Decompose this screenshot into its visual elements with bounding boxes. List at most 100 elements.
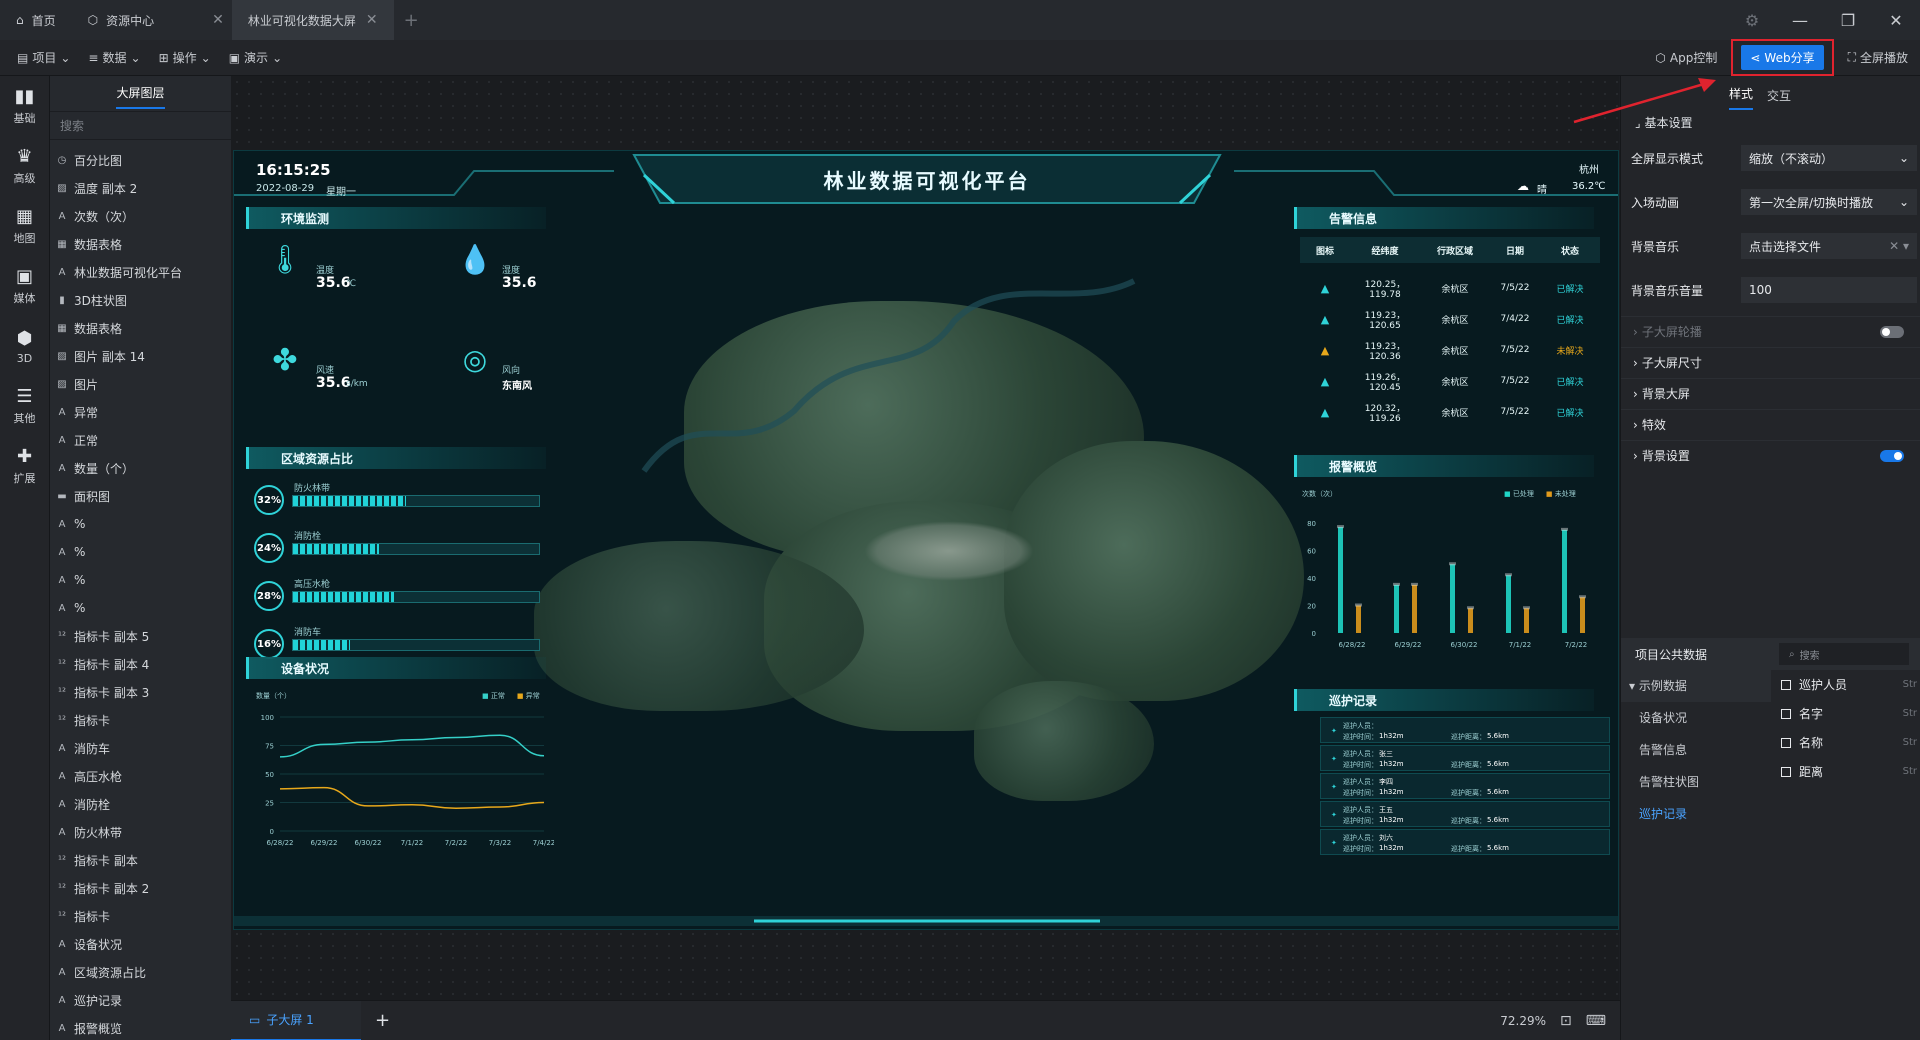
tab-dashboard[interactable]: 林业可视化数据大屏 ✕	[231, 0, 394, 40]
layer-item[interactable]: ▦ 数据表格	[50, 314, 231, 342]
fit-screen-icon[interactable]: ⊡	[1560, 1013, 1572, 1029]
category-map[interactable]: ▦ 地图	[0, 196, 49, 256]
app-control-button[interactable]: ⬡ App控制	[1655, 49, 1717, 66]
tree-item-alert-bar[interactable]: 告警柱状图	[1621, 766, 1771, 798]
field-item[interactable]: 距离 Str	[1771, 757, 1920, 786]
close-window-button[interactable]: ✕	[1872, 11, 1920, 30]
layer-item[interactable]: A 数量（个）	[50, 454, 231, 482]
table-row[interactable]: ▲ 120.32，119.26 余杭区 7/5/22 已解决	[1300, 397, 1600, 427]
layer-item[interactable]: A 异常	[50, 398, 231, 426]
checkbox[interactable]	[1781, 766, 1791, 777]
patrol-row[interactable]: ✦ 巡护人员： 张三 巡护时间： 1h32m 巡护距离： 5.6km	[1320, 745, 1610, 771]
layer-item[interactable]: A%	[50, 538, 231, 566]
patrol-row[interactable]: ✦ 巡护人员： 巡护时间： 1h32m 巡护距离： 5.6km	[1320, 717, 1610, 743]
layer-item[interactable]: ▮ 3D柱状图	[50, 286, 231, 314]
checkbox[interactable]	[1781, 708, 1791, 719]
layer-item[interactable]: ▨ 图片	[50, 370, 231, 398]
background-music-select[interactable]: 点击选择文件 ✕ ▾	[1741, 233, 1917, 259]
layer-item[interactable]: ¹² 指标卡	[50, 706, 231, 734]
public-data-search[interactable]: ⌕ 搜索	[1779, 643, 1909, 665]
layer-item[interactable]: A 正常	[50, 426, 231, 454]
sub-screen-size-section[interactable]: › 子大屏尺寸	[1621, 347, 1920, 378]
sub-screen-tab[interactable]: ▭ 子大屏 1	[231, 1000, 361, 1040]
entry-animation-select[interactable]: 第一次全屏/切换时播放 ⌄	[1741, 189, 1917, 215]
effects-section[interactable]: › 特效	[1621, 409, 1920, 440]
patrol-row[interactable]: ✦ 巡护人员： 李四 巡护时间： 1h32m 巡护距离： 5.6km	[1320, 773, 1610, 799]
field-item[interactable]: 名称 Str	[1771, 728, 1920, 757]
layer-item[interactable]: A 防火林带	[50, 818, 231, 846]
checkbox[interactable]	[1781, 737, 1791, 748]
layer-item[interactable]: ¹² 指标卡 副本 2	[50, 874, 231, 902]
layer-item[interactable]: ¹² 指标卡 副本 5	[50, 622, 231, 650]
table-row[interactable]: ▲ 119.23，120.65 余杭区 7/4/22 已解决	[1300, 304, 1600, 334]
clear-icon[interactable]: ✕ ▾	[1889, 239, 1909, 253]
layer-item[interactable]: A 报警概览	[50, 1014, 231, 1040]
fullscreen-mode-select[interactable]: 缩放（不滚动） ⌄	[1741, 145, 1917, 171]
layer-item[interactable]: ¹² 指标卡	[50, 902, 231, 930]
add-sub-screen-button[interactable]: +	[361, 1010, 404, 1031]
minimize-button[interactable]: —	[1776, 11, 1824, 30]
category-3d[interactable]: ⬢ 3D	[0, 316, 49, 376]
layer-search-input[interactable]: 搜索	[50, 112, 231, 140]
background-toggle[interactable]	[1880, 450, 1904, 462]
layer-item[interactable]: A 设备状况	[50, 930, 231, 958]
editor-canvas[interactable]: 16:15:25 2022-08-29 星期一 林业数据可视化平台 杭州 ☁ 晴…	[231, 76, 1619, 1000]
category-extend[interactable]: ✚ 扩展	[0, 436, 49, 496]
table-row[interactable]: ▲ 120.25，119.78 余杭区 7/5/22 已解决	[1300, 273, 1600, 303]
layer-item[interactable]: A 高压水枪	[50, 762, 231, 790]
menu-data[interactable]: ≡ 数据 ⌄	[79, 49, 149, 66]
keyboard-icon[interactable]: ⌨	[1586, 1013, 1606, 1029]
zoom-level[interactable]: 72.29%	[1500, 1014, 1546, 1028]
tree-item-device[interactable]: 设备状况	[1621, 702, 1771, 734]
layer-item[interactable]: A 巡护记录	[50, 986, 231, 1014]
layer-item[interactable]: ¹² 指标卡 副本 4	[50, 650, 231, 678]
checkbox[interactable]	[1781, 679, 1791, 690]
patrol-row[interactable]: ✦ 巡护人员： 刘六 巡护时间： 1h32m 巡护距离： 5.6km	[1320, 829, 1610, 855]
category-advanced[interactable]: ♛ 高级	[0, 136, 49, 196]
table-row[interactable]: ▲ 119.26，120.45 余杭区 7/5/22 已解决	[1300, 366, 1600, 396]
layer-item[interactable]: A%	[50, 566, 231, 594]
menu-demo[interactable]: ▣ 演示 ⌄	[220, 49, 291, 66]
layer-item[interactable]: A 林业数据可视化平台	[50, 258, 231, 286]
layer-item[interactable]: A%	[50, 510, 231, 538]
tab-style[interactable]: 样式	[1729, 85, 1754, 110]
tab-resource-center[interactable]: ⬡ 资源中心 ✕	[72, 0, 232, 40]
layer-item[interactable]: ▨ 温度 副本 2	[50, 174, 231, 202]
layer-item[interactable]: ▬ 面积图	[50, 482, 231, 510]
settings-gear-icon[interactable]: ⚙	[1728, 11, 1776, 30]
layer-item[interactable]: A 消防栓	[50, 790, 231, 818]
layer-item[interactable]: ▦ 数据表格	[50, 230, 231, 258]
tab-home[interactable]: ⌂ 首页	[0, 0, 72, 40]
background-settings-section[interactable]: › 背景设置	[1621, 440, 1920, 471]
layer-item[interactable]: A 消防车	[50, 734, 231, 762]
carousel-toggle[interactable]	[1880, 326, 1904, 338]
layer-item[interactable]: ▨ 图片 副本 14	[50, 342, 231, 370]
web-share-button[interactable]: ⋖ Web分享	[1741, 45, 1824, 70]
tree-group-sample[interactable]: ▾ 示例数据	[1621, 670, 1771, 702]
layer-item[interactable]: A 次数（次）	[50, 202, 231, 230]
close-icon[interactable]: ✕	[366, 12, 378, 28]
patrol-row[interactable]: ✦ 巡护人员： 王五 巡护时间： 1h32m 巡护距离： 5.6km	[1320, 801, 1610, 827]
menu-operation[interactable]: ⊞ 操作 ⌄	[150, 49, 220, 66]
tree-item-patrol[interactable]: 巡护记录	[1621, 798, 1771, 830]
menu-project[interactable]: ▤ 项目 ⌄	[8, 49, 79, 66]
field-item[interactable]: 巡护人员 Str	[1771, 670, 1920, 699]
layer-item[interactable]: ¹² 指标卡 副本	[50, 846, 231, 874]
restore-button[interactable]: ❐	[1824, 11, 1872, 30]
category-other[interactable]: ☰ 其他	[0, 376, 49, 436]
tree-item-alert[interactable]: 告警信息	[1621, 734, 1771, 766]
new-tab-button[interactable]: +	[394, 10, 429, 31]
table-row[interactable]: ▲ 119.23，120.36 余杭区 7/5/22 未解决	[1300, 335, 1600, 365]
layer-item[interactable]: A%	[50, 594, 231, 622]
dashboard-screen[interactable]: 16:15:25 2022-08-29 星期一 林业数据可视化平台 杭州 ☁ 晴…	[233, 150, 1619, 930]
sub-screen-carousel-section[interactable]: › 子大屏轮播	[1621, 316, 1920, 347]
background-screen-section[interactable]: › 背景大屏	[1621, 378, 1920, 409]
tab-interaction[interactable]: 交互	[1767, 87, 1791, 110]
layer-item[interactable]: ◷ 百分比图	[50, 146, 231, 174]
fullscreen-play-button[interactable]: ⛶ 全屏播放	[1848, 49, 1908, 66]
close-icon[interactable]: ✕	[212, 12, 224, 28]
field-item[interactable]: 名字 Str	[1771, 699, 1920, 728]
category-basic[interactable]: ▮▮ 基础	[0, 76, 49, 136]
layer-item[interactable]: A 区域资源占比	[50, 958, 231, 986]
music-volume-input[interactable]: 100	[1741, 277, 1917, 303]
